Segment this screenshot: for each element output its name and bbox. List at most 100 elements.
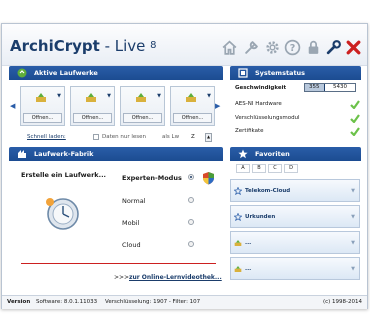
favorites-tab-b[interactable]: B (252, 164, 266, 173)
drive-icon (234, 266, 242, 272)
scroll-left-arrow-icon[interactable]: ◀ (10, 102, 15, 110)
drive-icon (234, 240, 242, 246)
drive-slot-3[interactable]: ▼ Offnen... (120, 86, 165, 126)
chevron-down-icon[interactable]: ▼ (351, 188, 355, 194)
close-icon[interactable] (345, 39, 362, 56)
app-window: ArchiCrypt - Live 8 ? Aktive Laufwerke ◀… (1, 23, 368, 309)
open-drive-button-2[interactable]: Offnen... (73, 113, 112, 123)
check-icon (350, 114, 360, 123)
favorites-title: Favoriten (255, 150, 290, 158)
drive-wizard-icon (46, 198, 79, 230)
read-only-checkbox[interactable] (93, 134, 99, 140)
footer-version-label: Version (7, 299, 31, 305)
footer-encryption-version: Verschlüsselung: 1907 - Filter: 107 (105, 299, 201, 305)
drive-icon (36, 93, 46, 102)
status-aes-label: AES-NI Hardware (235, 101, 282, 107)
drive-factory-panel: Laufwerk-Fabrik Erstelle ein Laufwerk...… (9, 147, 223, 292)
favorite-item-2[interactable]: Urkunden ▼ (230, 205, 360, 228)
status-header-icon (238, 68, 248, 78)
footer-copyright: (c) 1998-2014 (322, 299, 362, 305)
system-status-panel: Systemstatus Geschwindigkeit 355 5430 AE… (230, 66, 361, 138)
app-title-suffix: - Live (99, 37, 151, 55)
active-drives-title: Aktive Laufwerke (34, 69, 98, 77)
drive-slot-4[interactable]: ▼ Offnen... (170, 86, 215, 126)
chevron-down-icon[interactable]: ▼ (351, 214, 355, 220)
help-icon[interactable]: ? (284, 39, 301, 56)
tutorial-link[interactable]: zur Online-Lernvideothek... (129, 274, 222, 281)
wrench-icon[interactable] (325, 39, 342, 56)
chevron-down-icon[interactable]: ▼ (157, 93, 161, 99)
chevron-down-icon[interactable]: ▼ (207, 93, 211, 99)
scroll-right-arrow-icon[interactable]: ▶ (215, 102, 220, 110)
app-version: 8 (150, 40, 157, 51)
open-drive-button-4[interactable]: Offnen... (173, 113, 212, 123)
drives-header-icon (17, 68, 27, 78)
favorites-panel: Favoriten A B C D Telekom-Cloud ▼ Urkund… (230, 147, 361, 292)
option-mobile-label: Mobil (122, 219, 140, 227)
system-status-header: Systemstatus (230, 66, 361, 80)
drive-icon (86, 93, 96, 102)
favorites-tab-a[interactable]: A (236, 164, 250, 173)
drive-letter-label: als Lw (162, 134, 180, 140)
lock-icon[interactable] (305, 39, 322, 56)
favorite-item-1[interactable]: Telekom-Cloud ▼ (230, 179, 360, 202)
chevron-down-icon[interactable]: ▼ (57, 93, 61, 99)
tutorial-prefix: >>> (114, 274, 130, 281)
chevron-down-icon[interactable]: ▼ (107, 93, 111, 99)
option-cloud-label: Cloud (122, 241, 141, 249)
favorites-header: Favoriten (230, 147, 361, 161)
divider (21, 263, 216, 264)
favorites-tab-d[interactable]: D (284, 164, 298, 173)
option-normal-label: Normal (122, 197, 146, 205)
speed-value: 355 (309, 84, 320, 90)
favorite-label-4: ... (245, 266, 252, 272)
option-expert-label: Experten-Modus (122, 174, 182, 182)
favorite-item-3[interactable]: ... ▼ (230, 231, 360, 254)
create-drive-label: Erstelle ein Laufwerk... (21, 171, 107, 179)
option-mobile-radio[interactable] (188, 219, 194, 225)
favorite-label-1: Telekom-Cloud (245, 188, 291, 194)
shield-icon (203, 172, 214, 185)
favorite-label-2: Urkunden (245, 214, 276, 220)
svg-text:?: ? (290, 43, 296, 54)
star-header-icon (238, 149, 248, 159)
footer-software-version: Software: 8.0.1.11033 (36, 299, 98, 305)
open-drive-button-1[interactable]: Offnen... (23, 113, 62, 123)
home-icon[interactable] (221, 39, 238, 56)
drive-slot-2[interactable]: ▼ Offnen... (70, 86, 115, 126)
system-status-title: Systemstatus (255, 69, 306, 77)
active-drives-header: Aktive Laufwerke (9, 66, 223, 80)
option-cloud-radio[interactable] (188, 241, 194, 247)
tools-icon[interactable] (243, 39, 260, 56)
quick-load-link[interactable]: Schnell laden: (27, 134, 66, 140)
drive-factory-header: Laufwerk-Fabrik (9, 147, 223, 161)
app-brand: ArchiCrypt (10, 37, 100, 55)
title-bar: ArchiCrypt - Live 8 ? (2, 24, 367, 66)
drive-letter-select[interactable]: Z (191, 134, 195, 140)
star-icon (234, 213, 242, 221)
chevron-down-icon[interactable]: ▼ (351, 266, 355, 272)
drive-icon (186, 93, 196, 102)
chevron-down-icon[interactable]: ▼ (351, 240, 355, 246)
favorite-label-3: ... (245, 240, 252, 246)
settings-gear-icon[interactable] (264, 39, 281, 56)
status-bar: Version Software: 8.0.1.11033 Verschlüss… (2, 295, 367, 309)
status-encryption-module-label: Verschlüsselungsmodul (235, 115, 300, 121)
speed-meter: 355 5430 (304, 83, 356, 92)
factory-header-icon (18, 150, 26, 158)
option-normal-radio[interactable] (188, 197, 194, 203)
option-expert-radio[interactable] (188, 174, 194, 180)
open-drive-button-3[interactable]: Offnen... (123, 113, 162, 123)
status-certificates-label: Zertifikate (235, 128, 264, 134)
drive-slot-1[interactable]: ▼ Offnen... (20, 86, 65, 126)
speed-label: Geschwindigkeit (235, 85, 287, 91)
check-icon (350, 100, 360, 109)
drive-icon (136, 93, 146, 102)
drive-factory-title: Laufwerk-Fabrik (34, 150, 94, 158)
drive-letter-spinner[interactable]: ▲ (205, 133, 212, 142)
read-only-label: Daten nur lesen (102, 134, 147, 140)
favorites-tab-c[interactable]: C (268, 164, 282, 173)
speed-max: 5430 (333, 84, 347, 90)
favorite-item-4[interactable]: ... ▼ (230, 257, 360, 280)
speed-meter-marker (324, 84, 325, 91)
